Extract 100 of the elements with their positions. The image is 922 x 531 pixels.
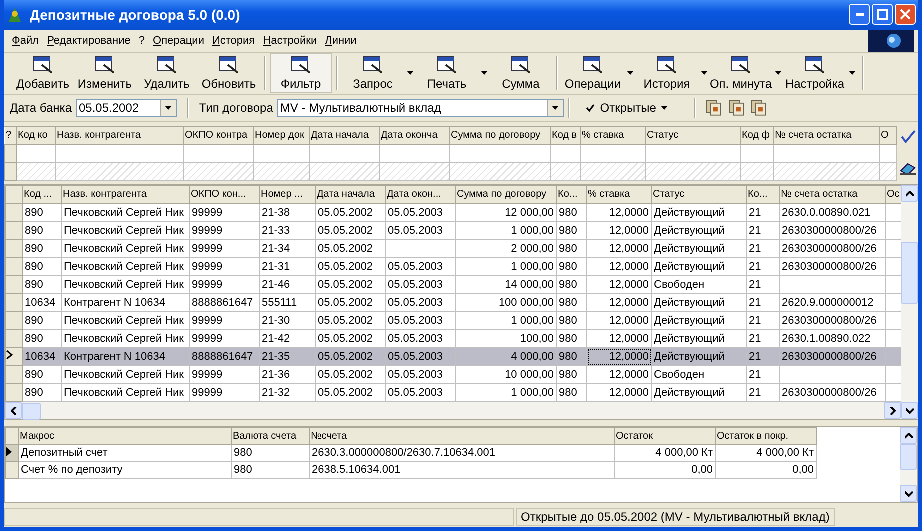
column-header[interactable]: Дата начала [316, 186, 386, 204]
column-header[interactable]: Сумма по договору [456, 186, 556, 204]
toolbar-button[interactable]: Сумма [490, 53, 552, 94]
column-header[interactable]: Код ... [22, 186, 62, 204]
scroll-up-button[interactable] [900, 427, 917, 444]
scrollbar-thumb[interactable] [901, 242, 918, 304]
column-header[interactable]: Код в [550, 126, 580, 144]
table-cell: 05.05.2002 [318, 224, 374, 237]
column-header[interactable]: Номер док [254, 126, 310, 144]
caret-icon [848, 71, 856, 76]
menu-item[interactable]: Операции [149, 34, 208, 47]
scrollbar-thumb[interactable] [900, 444, 917, 470]
toolbar-button[interactable]: Фильтр [270, 53, 332, 94]
checkmark-icon[interactable] [900, 130, 916, 144]
table-cell: 0,00 [692, 464, 713, 476]
table-cell: 21 [749, 332, 762, 345]
contract-type-field[interactable]: MV - Мультивалютный вклад [277, 98, 564, 117]
toolbar-button[interactable]: Настройка [784, 53, 846, 94]
toolbar-button[interactable]: Запрос [342, 53, 404, 94]
toolbar-button[interactable]: История [636, 53, 698, 94]
column-header[interactable]: Дата окон... [386, 186, 456, 204]
menu-item[interactable]: ? [134, 34, 149, 47]
scrollbar-thumb[interactable] [22, 403, 41, 420]
bank-date-field[interactable]: 05.05.2002 [76, 98, 178, 117]
caret-icon [480, 71, 488, 76]
toolbar-button[interactable]: Добавить [12, 53, 74, 94]
window-icon [94, 55, 116, 76]
caret-icon [406, 71, 414, 76]
column-header[interactable]: Ко... [746, 186, 780, 204]
window-icon [218, 55, 240, 76]
column-header[interactable]: % ставка [586, 186, 652, 204]
current-row-icon [6, 350, 13, 360]
column-header[interactable]: Остаток в покр. [716, 428, 816, 445]
column-header[interactable]: Сумма по договору [450, 126, 550, 144]
column-header[interactable]: % ставка [580, 126, 646, 144]
column-header[interactable]: № счета остатка [780, 186, 886, 204]
column-header[interactable]: О [880, 126, 896, 144]
window-icon [730, 55, 752, 76]
toolbar-button[interactable]: Операции [562, 53, 624, 94]
table-cell: Контрагент N 10634 [64, 350, 166, 363]
scroll-down-button[interactable] [900, 485, 917, 502]
menu-item[interactable]: Линии [321, 34, 361, 47]
minimize-button[interactable] [849, 4, 870, 26]
table-cell: 2620.9.000000012 [782, 296, 874, 309]
eraser-icon[interactable] [898, 162, 916, 176]
column-header[interactable]: ОКПО кон... [190, 186, 260, 204]
column-header[interactable]: Дата оконча [380, 126, 450, 144]
toolbar-button[interactable]: Удалить [136, 53, 198, 94]
column-header[interactable]: Статус [652, 186, 746, 204]
column-header[interactable]: ? [4, 126, 16, 144]
menu-item[interactable]: Настройки [259, 34, 322, 47]
toolbar-button[interactable]: Обновить [198, 53, 260, 94]
scroll-up-button[interactable] [901, 185, 918, 202]
table-cell: Печковский Сергей Ник [64, 314, 184, 327]
column-header[interactable]: Валюта счета [232, 428, 310, 445]
table-cell: 4 000,00 Кт [656, 447, 713, 460]
column-header[interactable]: Назв. контрагента [56, 126, 184, 144]
scroll-right-button[interactable] [884, 402, 901, 420]
menu-item[interactable]: Редактирование [43, 34, 135, 47]
table-cell: Действующий [654, 386, 725, 399]
table-cell: 980 [234, 447, 252, 460]
menu-item[interactable]: Файл [8, 34, 44, 47]
table-cell: 980 [559, 368, 578, 381]
table-cell: Действующий [654, 260, 725, 273]
column-header[interactable]: Статус [646, 126, 740, 144]
column-header[interactable]: №счета [310, 428, 614, 445]
table-cell: 980 [234, 464, 252, 476]
table-cell: 10634 [25, 350, 56, 363]
documents-icon[interactable] [728, 98, 746, 117]
toolbar-button[interactable]: Печать [416, 53, 478, 94]
table-cell: 99999 [192, 386, 223, 399]
open-filter-button[interactable]: Открытые [580, 100, 674, 115]
column-header[interactable]: Макрос [18, 428, 232, 445]
menu-item[interactable]: История [208, 34, 260, 47]
table-cell: Действующий [654, 242, 725, 255]
scroll-down-button[interactable] [901, 402, 918, 420]
toolbar-button[interactable]: Изменить [74, 53, 136, 94]
toolbar-button[interactable]: Оп. минута [710, 53, 772, 94]
table-cell: 21 [749, 296, 762, 309]
maximize-button[interactable] [872, 4, 893, 26]
table-cell: 2630300000800/26 [782, 260, 877, 273]
column-header[interactable]: Остаток [614, 428, 716, 445]
column-header[interactable]: Назв. контрагента [62, 186, 190, 204]
table-cell: 21 [749, 278, 762, 291]
table-cell: Действующий [654, 350, 725, 363]
documents-icon[interactable] [751, 98, 768, 117]
column-header[interactable]: Код ко [16, 126, 56, 144]
table-cell: 0,00 [792, 464, 814, 476]
column-header[interactable]: ОКПО контра [184, 126, 254, 144]
table-cell: 980 [559, 296, 578, 309]
column-header[interactable]: Ко... [556, 186, 586, 204]
column-header[interactable]: № счета остатка [774, 126, 880, 144]
column-header[interactable]: Дата начала [310, 126, 380, 144]
close-button[interactable] [895, 4, 916, 26]
column-header[interactable]: Код ф [740, 126, 774, 144]
scroll-left-button[interactable] [5, 402, 22, 420]
documents-icon[interactable] [706, 98, 723, 117]
column-header[interactable]: Номер ... [260, 186, 316, 204]
table-cell: 2638.5.10634.001 [312, 464, 401, 476]
table-cell: 05.05.2002 [318, 260, 374, 273]
